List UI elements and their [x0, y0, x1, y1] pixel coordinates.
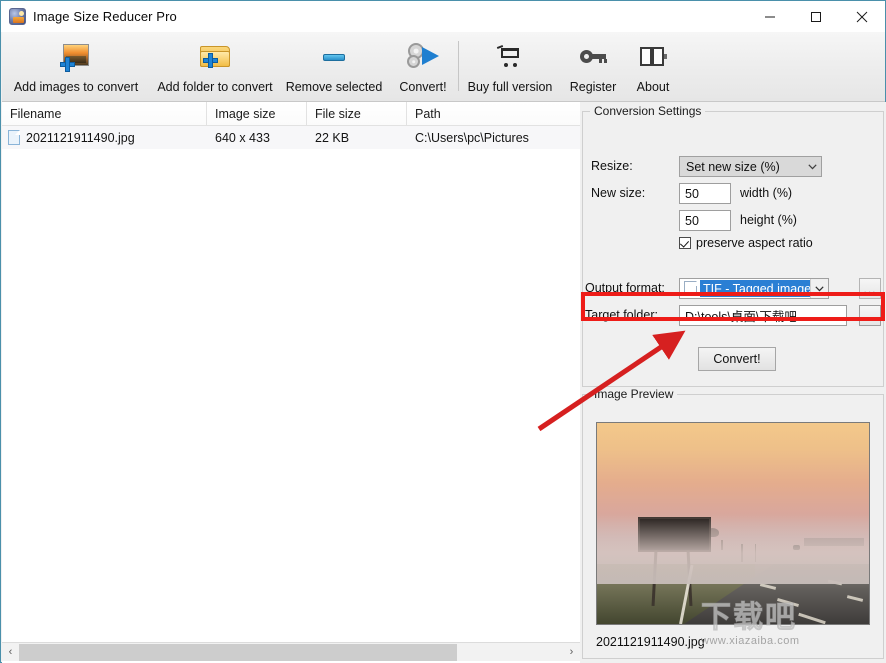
resize-label: Resize: — [591, 159, 633, 173]
convert-button[interactable]: Convert! — [698, 347, 776, 371]
column-header-path[interactable]: Path — [407, 102, 580, 125]
height-suffix-label: height (%) — [740, 213, 797, 227]
chevron-down-icon[interactable] — [803, 157, 821, 176]
toolbar-item-label: Register — [570, 80, 617, 94]
open-book-icon — [639, 40, 667, 74]
toolbar-item-label: Convert! — [399, 80, 446, 94]
resize-mode-value: Set new size (%) — [680, 160, 803, 174]
preview-photo-misty-highway — [597, 423, 869, 624]
file-document-icon — [684, 281, 697, 296]
right-panel: Conversion Settings Resize: Set new size… — [580, 102, 886, 663]
scroll-right-arrow-icon[interactable]: › — [563, 644, 580, 661]
target-folder-input[interactable]: D:\tools\桌面\下载吧 — [679, 305, 847, 326]
app-logo-icon — [9, 8, 26, 25]
add-image-icon — [61, 40, 91, 74]
file-document-icon — [8, 130, 20, 145]
column-header-filename[interactable]: Filename — [2, 102, 207, 125]
width-input[interactable]: 50 — [679, 183, 731, 204]
window-title: Image Size Reducer Pro — [33, 9, 177, 24]
new-size-label: New size: — [591, 186, 645, 200]
remove-minus-icon — [321, 40, 347, 74]
toolbar-register-button[interactable]: Register — [561, 32, 625, 102]
target-folder-browse-button[interactable]: ... — [859, 305, 881, 326]
table-row[interactable]: 2021121911490.jpg 640 x 433 22 KB C:\Use… — [2, 126, 580, 149]
key-icon — [579, 40, 607, 74]
preview-filename: 2021121911490.jpg — [596, 635, 705, 649]
cell-filename: 2021121911490.jpg — [2, 126, 207, 149]
column-header-image-size[interactable]: Image size — [207, 102, 307, 125]
preview-image — [596, 422, 870, 625]
add-folder-icon — [199, 40, 231, 74]
resize-mode-select[interactable]: Set new size (%) — [679, 156, 822, 177]
main-toolbar: Add images to convert Add folder to conv… — [2, 32, 885, 102]
height-input[interactable]: 50 — [679, 210, 731, 231]
horizontal-scrollbar[interactable]: ‹ › — [2, 642, 580, 661]
toolbar-item-label: Buy full version — [468, 80, 553, 94]
output-format-select[interactable]: TIF - Tagged image file — [679, 278, 829, 299]
image-preview-title: Image Preview — [590, 387, 677, 401]
preserve-aspect-ratio-checkbox[interactable]: preserve aspect ratio — [679, 236, 813, 250]
toolbar-item-label: Add folder to convert — [157, 80, 272, 94]
output-format-value: TIF - Tagged image file — [700, 280, 810, 297]
output-format-label: Output format: — [585, 281, 665, 295]
scrollbar-track[interactable] — [19, 644, 563, 661]
shopping-cart-icon — [497, 40, 523, 74]
minimize-button[interactable] — [747, 1, 793, 32]
scrollbar-thumb[interactable] — [19, 644, 457, 661]
output-format-browse-button[interactable]: ... — [859, 278, 881, 299]
toolbar-about-button[interactable]: About — [625, 32, 681, 102]
checkbox-checked-icon[interactable] — [679, 237, 691, 249]
scroll-left-arrow-icon[interactable]: ‹ — [2, 644, 19, 661]
conversion-settings-title: Conversion Settings — [590, 104, 705, 118]
toolbar-buy-full-version-button[interactable]: Buy full version — [459, 32, 561, 102]
title-bar: Image Size Reducer Pro — [1, 1, 885, 32]
toolbar-item-label: Remove selected — [286, 80, 383, 94]
gears-play-icon — [407, 40, 439, 74]
toolbar-item-label: About — [637, 80, 670, 94]
toolbar-add-folder-button[interactable]: Add folder to convert — [150, 32, 280, 102]
window-controls — [747, 1, 885, 32]
chevron-down-icon[interactable] — [810, 279, 828, 298]
maximize-button[interactable] — [793, 1, 839, 32]
toolbar-item-label: Add images to convert — [14, 80, 138, 94]
toolbar-add-images-button[interactable]: Add images to convert — [2, 32, 150, 102]
file-list-header: Filename Image size File size Path — [2, 102, 580, 126]
toolbar-remove-selected-button[interactable]: Remove selected — [280, 32, 388, 102]
column-header-file-size[interactable]: File size — [307, 102, 407, 125]
application-window: Image Size Reducer Pro — [0, 0, 886, 663]
cell-filename-text: 2021121911490.jpg — [26, 131, 135, 145]
file-list-panel: Filename Image size File size Path 20211… — [2, 102, 580, 663]
cell-path: C:\Users\pc\Pictures — [407, 126, 580, 149]
cell-image-size: 640 x 433 — [207, 126, 307, 149]
toolbar-convert-button[interactable]: Convert! — [388, 32, 458, 102]
conversion-settings-group: Conversion Settings Resize: Set new size… — [582, 111, 884, 387]
width-suffix-label: width (%) — [740, 186, 792, 200]
target-folder-label: Target folder: — [585, 308, 658, 322]
close-button[interactable] — [839, 1, 885, 32]
preserve-aspect-ratio-label: preserve aspect ratio — [696, 236, 813, 250]
cell-file-size: 22 KB — [307, 126, 407, 149]
image-preview-group: Image Preview — [582, 394, 884, 659]
